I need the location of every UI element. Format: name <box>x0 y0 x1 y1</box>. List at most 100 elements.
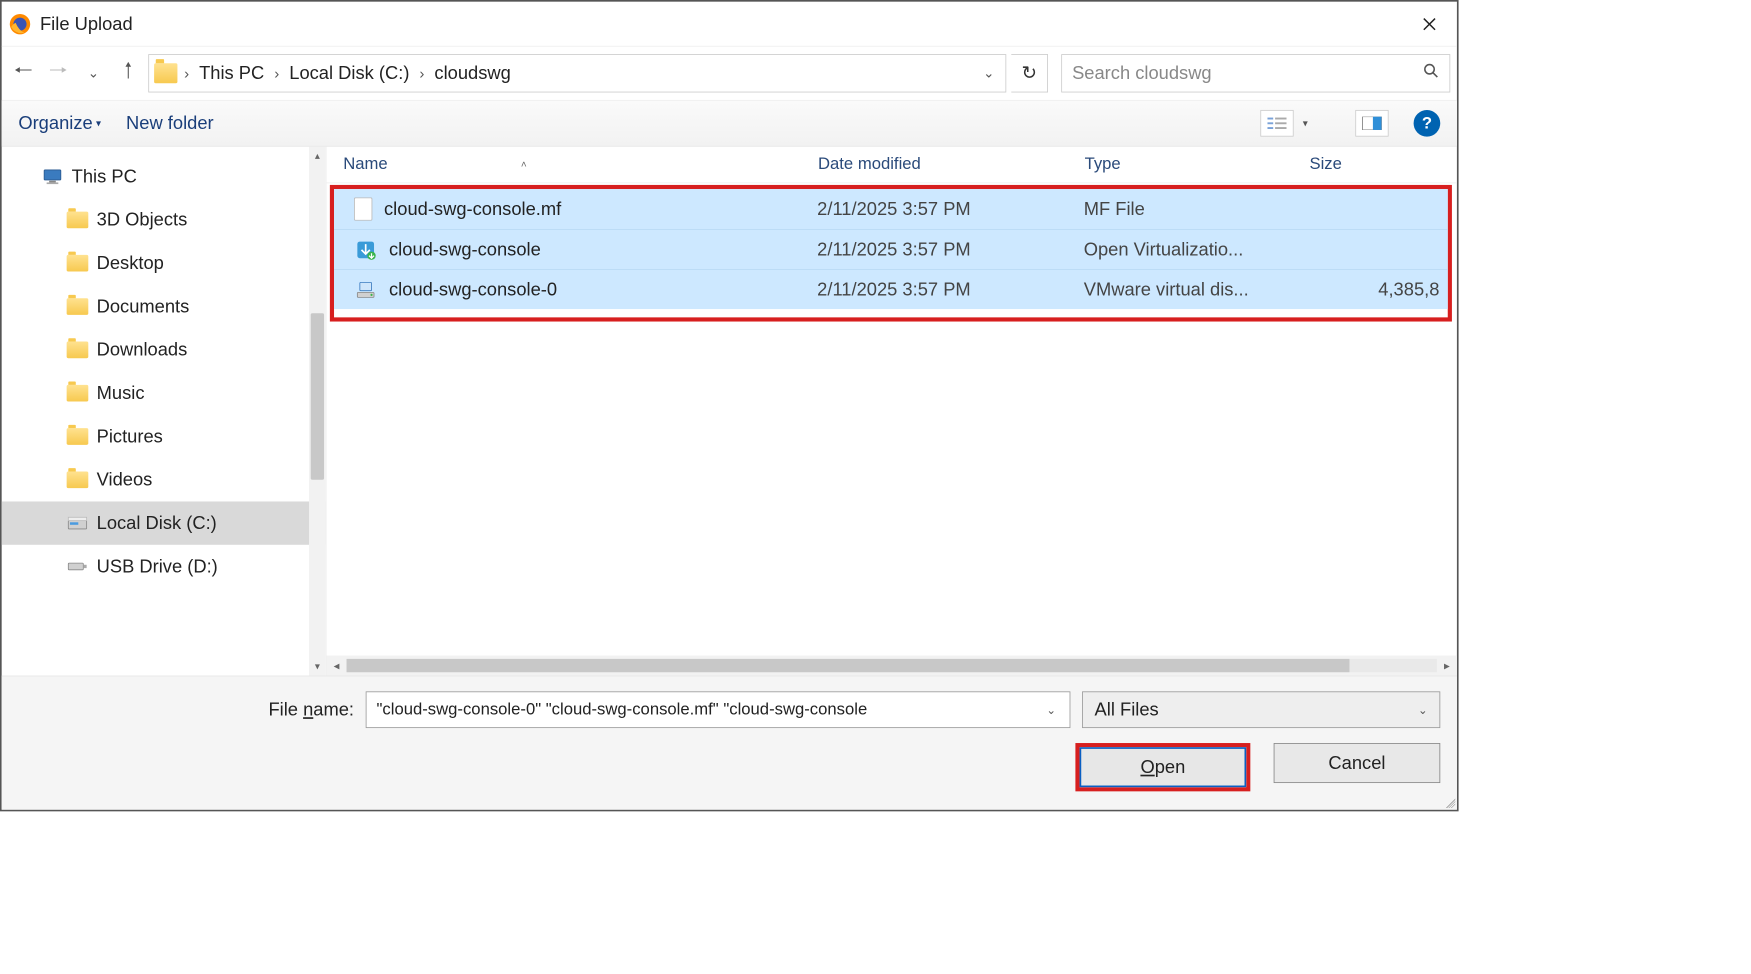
column-headers: Name ˄ Date modified Type Size <box>327 147 1457 184</box>
tree-documents[interactable]: Documents <box>2 285 326 328</box>
chevron-down-icon: ⌄ <box>1418 703 1428 717</box>
folder-icon <box>67 341 89 359</box>
nav-row: 🠐 🠒 ⌄ 🠑 › This PC › Local Disk (C:) › cl… <box>2 47 1457 100</box>
file-name: cloud-swg-console-0 <box>389 279 557 301</box>
folder-icon <box>67 384 89 402</box>
tree-label: USB Drive (D:) <box>97 556 218 578</box>
file-upload-dialog: File Upload 🠐 🠒 ⌄ 🠑 › This PC › Local Di… <box>0 0 1459 811</box>
tree-local-disk-c[interactable]: Local Disk (C:) <box>2 501 326 544</box>
tree-music[interactable]: Music <box>2 372 326 415</box>
horizontal-scrollbar[interactable]: ◂ ▸ <box>327 656 1457 676</box>
file-icon <box>354 197 372 220</box>
file-type: VMware virtual dis... <box>1067 279 1292 301</box>
preview-pane-button[interactable] <box>1355 110 1388 137</box>
file-date: 2/11/2025 3:57 PM <box>801 279 1068 301</box>
folder-icon <box>67 254 89 272</box>
tree-desktop[interactable]: Desktop <box>2 242 326 285</box>
help-button[interactable]: ? <box>1414 110 1441 137</box>
breadcrumb-seg-2[interactable]: cloudswg <box>431 61 514 86</box>
file-name-dropdown[interactable]: ⌄ <box>1043 703 1060 717</box>
tree-label: Downloads <box>97 339 188 361</box>
address-dropdown[interactable]: ⌄ <box>977 65 1000 82</box>
folder-icon <box>67 211 89 229</box>
search-placeholder: Search cloudswg <box>1072 62 1423 84</box>
file-type: MF File <box>1067 198 1292 220</box>
navigation-tree: This PC 3D Objects Desktop Documents Dow… <box>2 147 327 676</box>
sort-indicator-icon: ˄ <box>521 158 527 170</box>
resize-grip[interactable] <box>1444 796 1456 808</box>
tree-label: Videos <box>97 469 153 491</box>
vmdk-icon <box>354 278 377 301</box>
tree-usb-drive[interactable]: USB Drive (D:) <box>2 545 326 588</box>
file-type: Open Virtualizatio... <box>1067 239 1292 261</box>
file-type-filter[interactable]: All Files ⌄ <box>1082 691 1440 728</box>
scroll-thumb[interactable] <box>347 659 1350 672</box>
file-date: 2/11/2025 3:57 PM <box>801 198 1068 220</box>
tree-label: Desktop <box>97 252 164 274</box>
tree-pictures[interactable]: Pictures <box>2 415 326 458</box>
search-input[interactable]: Search cloudswg <box>1061 54 1450 92</box>
dialog-body: This PC 3D Objects Desktop Documents Dow… <box>2 147 1457 676</box>
file-name-input[interactable]: "cloud-swg-console-0" "cloud-swg-console… <box>366 691 1071 728</box>
file-name-label: File name: <box>268 699 354 721</box>
folder-icon <box>67 297 89 315</box>
refresh-button[interactable]: ↻ <box>1011 54 1048 92</box>
firefox-icon <box>8 12 31 35</box>
tree-label: This PC <box>72 166 137 188</box>
open-button-highlight: Open <box>1075 743 1250 791</box>
organize-menu[interactable]: Organize ▾ <box>18 112 101 134</box>
ovf-icon <box>354 238 377 261</box>
address-bar[interactable]: › This PC › Local Disk (C:) › cloudswg ⌄ <box>148 54 1006 92</box>
scroll-left-icon[interactable]: ◂ <box>327 658 347 672</box>
col-name[interactable]: Name ˄ <box>327 155 802 174</box>
history-dropdown[interactable]: ⌄ <box>78 58 108 88</box>
tree-downloads[interactable]: Downloads <box>2 328 326 371</box>
forward-button[interactable]: 🠒 <box>43 58 73 88</box>
file-row[interactable]: cloud-swg-console 2/11/2025 3:57 PM Open… <box>334 229 1448 269</box>
titlebar: File Upload <box>2 2 1457 47</box>
up-button[interactable]: 🠑 <box>113 58 143 88</box>
dialog-footer: File name: "cloud-swg-console-0" "cloud-… <box>2 676 1457 810</box>
scroll-up-icon[interactable]: ▴ <box>309 147 326 165</box>
toolbar: Organize ▾ New folder ▾ ? <box>2 100 1457 147</box>
chevron-right-icon: › <box>273 65 281 82</box>
view-mode-button[interactable] <box>1260 110 1293 137</box>
open-button[interactable]: Open <box>1080 747 1247 787</box>
breadcrumb-seg-1[interactable]: Local Disk (C:) <box>286 61 413 86</box>
search-icon <box>1423 62 1440 84</box>
tree-label: Local Disk (C:) <box>97 512 217 534</box>
scroll-thumb[interactable] <box>311 313 324 480</box>
folder-icon <box>154 63 177 83</box>
tree-3d-objects[interactable]: 3D Objects <box>2 198 326 241</box>
file-name-value: "cloud-swg-console-0" "cloud-swg-console… <box>377 700 1043 719</box>
folder-icon <box>67 427 89 445</box>
computer-icon <box>42 167 64 185</box>
window-title: File Upload <box>40 13 1409 35</box>
scroll-right-icon[interactable]: ▸ <box>1437 658 1457 672</box>
col-date[interactable]: Date modified <box>801 155 1068 174</box>
tree-label: Music <box>97 382 145 404</box>
scroll-down-icon[interactable]: ▾ <box>309 657 326 675</box>
tree-label: Pictures <box>97 426 163 448</box>
file-name: cloud-swg-console.mf <box>384 198 561 220</box>
tree-this-pc[interactable]: This PC <box>2 155 326 198</box>
file-name: cloud-swg-console <box>389 239 541 261</box>
breadcrumb-seg-0[interactable]: This PC <box>196 61 268 86</box>
new-folder-button[interactable]: New folder <box>126 112 214 134</box>
view-mode-dropdown[interactable]: ▾ <box>1297 117 1314 129</box>
file-row[interactable]: cloud-swg-console-0 2/11/2025 3:57 PM VM… <box>334 269 1448 309</box>
col-size[interactable]: Size <box>1293 155 1457 174</box>
back-button[interactable]: 🠐 <box>8 58 38 88</box>
file-size: 4,385,8 <box>1292 279 1448 301</box>
chevron-right-icon: › <box>418 65 426 82</box>
close-button[interactable] <box>1409 7 1451 40</box>
file-row[interactable]: cloud-swg-console.mf 2/11/2025 3:57 PM M… <box>334 189 1448 229</box>
tree-scrollbar[interactable]: ▴ ▾ <box>309 147 326 676</box>
chevron-down-icon: ▾ <box>96 117 101 129</box>
chevron-right-icon: › <box>182 65 190 82</box>
disk-icon <box>67 514 89 532</box>
tree-videos[interactable]: Videos <box>2 458 326 501</box>
cancel-button[interactable]: Cancel <box>1274 743 1441 783</box>
col-type[interactable]: Type <box>1068 155 1293 174</box>
tree-label: Documents <box>97 296 190 318</box>
